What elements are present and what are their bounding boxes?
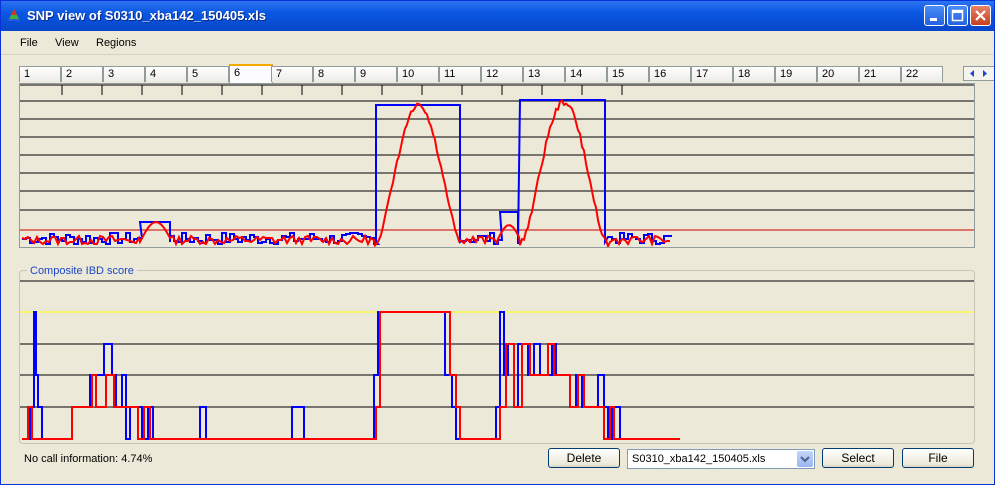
- close-button[interactable]: [970, 5, 991, 26]
- maximize-icon: [951, 9, 964, 22]
- tab-chromosome-9[interactable]: 9: [355, 66, 397, 82]
- snp-chart-panel: [19, 83, 975, 248]
- window-title: SNP view of S0310_xba142_150405.xls: [27, 8, 266, 23]
- composite-ibd-chart: [20, 280, 974, 440]
- tab-chromosome-5[interactable]: 5: [187, 66, 229, 82]
- tab-chromosome-14[interactable]: 14: [565, 66, 607, 82]
- app-window: SNP view of S0310_xba142_150405.xls File…: [0, 0, 995, 485]
- tab-chromosome-20[interactable]: 20: [817, 66, 859, 82]
- app-icon: [8, 9, 20, 21]
- file-select-dropdown[interactable]: [797, 451, 813, 467]
- snp-chart: [20, 84, 974, 247]
- file-select-value: S0310_xba142_150405.xls: [632, 453, 766, 465]
- tab-chromosome-4[interactable]: 4: [145, 66, 187, 82]
- status-text: No call information: 4.74%: [24, 453, 153, 465]
- close-icon: [975, 10, 986, 21]
- menu-bar: File View Regions: [1, 32, 994, 55]
- tab-scroll-arrows-icon: [970, 70, 987, 77]
- tab-scroll-buttons[interactable]: [963, 66, 994, 81]
- minimize-icon: [930, 18, 937, 21]
- composite-ibd-label: Composite IBD score: [27, 265, 137, 277]
- tab-chromosome-8[interactable]: 8: [313, 66, 355, 82]
- minimize-button[interactable]: [924, 5, 945, 26]
- tab-chromosome-19[interactable]: 19: [775, 66, 817, 82]
- file-button[interactable]: File: [902, 448, 974, 468]
- chromosome-tabs: 1 2 3 4 5 6 7 8 9 10 11 12 13 14 15 16 17 18 19 20 21 22: [19, 64, 994, 84]
- menu-regions[interactable]: Regions: [96, 37, 136, 49]
- composite-ibd-group: [19, 270, 975, 444]
- tab-chromosome-10[interactable]: 10: [397, 66, 439, 82]
- tab-chromosome-18[interactable]: 18: [733, 66, 775, 82]
- tab-chromosome-21[interactable]: 21: [859, 66, 901, 82]
- tab-chromosome-2[interactable]: 2: [61, 66, 103, 82]
- title-bar[interactable]: SNP view of S0310_xba142_150405.xls: [1, 1, 994, 31]
- tab-chromosome-22[interactable]: 22: [901, 66, 943, 82]
- select-button[interactable]: Select: [822, 448, 894, 468]
- menu-file[interactable]: File: [20, 37, 38, 49]
- delete-button[interactable]: Delete: [548, 448, 620, 468]
- tab-chromosome-1[interactable]: 1: [19, 66, 61, 82]
- tab-chromosome-12[interactable]: 12: [481, 66, 523, 82]
- menu-view[interactable]: View: [55, 37, 79, 49]
- tab-chromosome-3[interactable]: 3: [103, 66, 145, 82]
- tab-chromosome-6[interactable]: 6: [229, 64, 273, 84]
- tab-chromosome-11[interactable]: 11: [439, 66, 481, 82]
- file-select[interactable]: S0310_xba142_150405.xls: [627, 449, 815, 469]
- tab-chromosome-16[interactable]: 16: [649, 66, 691, 82]
- maximize-button[interactable]: [947, 5, 968, 26]
- chevron-down-icon: [800, 456, 810, 463]
- tab-chromosome-15[interactable]: 15: [607, 66, 649, 82]
- snp-series-blue: [22, 99, 672, 246]
- tab-chromosome-13[interactable]: 13: [523, 66, 565, 82]
- tab-chromosome-7[interactable]: 7: [271, 66, 313, 82]
- tab-chromosome-17[interactable]: 17: [691, 66, 733, 82]
